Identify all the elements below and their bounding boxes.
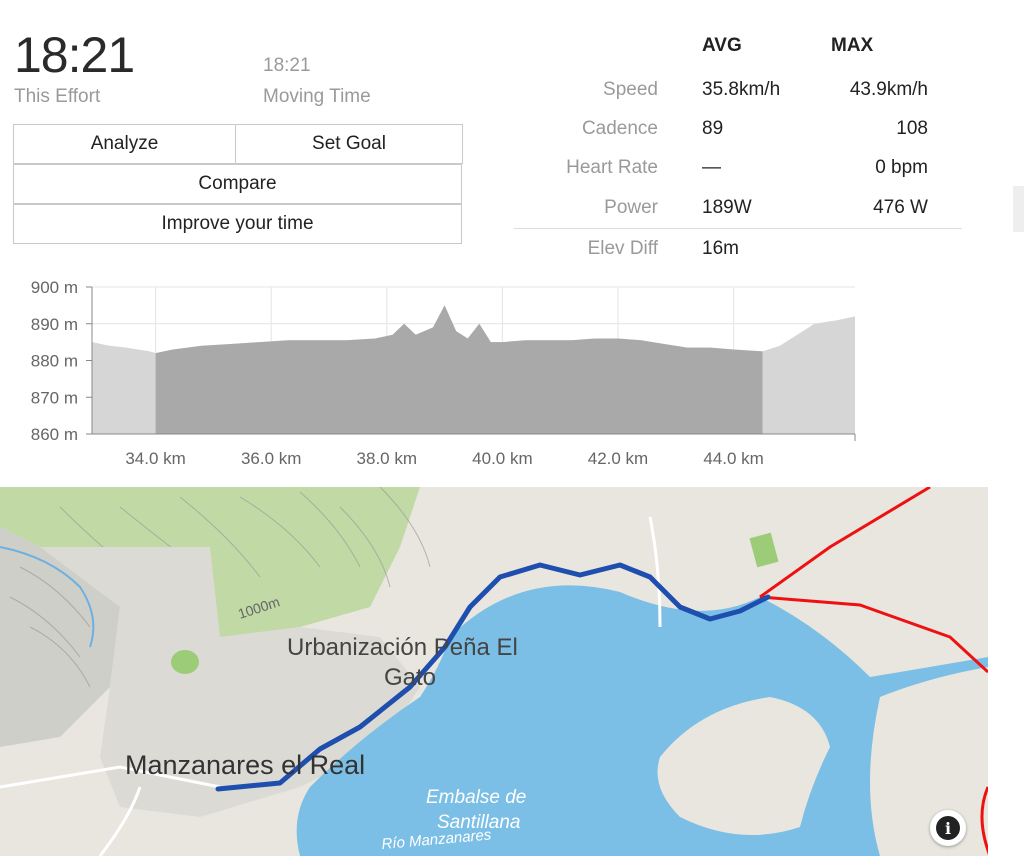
moving-time-label: Moving Time xyxy=(263,86,371,107)
x-tick-label: 42.0 km xyxy=(588,449,648,468)
stat-max-power: 476 W xyxy=(873,197,928,218)
elevation-y-ticks: 900 m 890 m 880 m 870 m 860 m xyxy=(31,278,92,444)
elevation-area-segment xyxy=(155,305,763,434)
route-map[interactable]: 1000m Urbanización Peña El Gato Manzanar… xyxy=(0,487,988,856)
stat-max-cadence: 108 xyxy=(896,118,928,139)
analyze-button[interactable]: Analyze xyxy=(13,124,236,164)
improve-time-button[interactable]: Improve your time xyxy=(13,204,462,244)
compare-button[interactable]: Compare xyxy=(13,164,462,204)
stat-avg-speed: 35.8km/h xyxy=(702,79,781,100)
stat-max-heart-rate: 0 bpm xyxy=(875,157,928,178)
stat-avg-cadence: 89 xyxy=(702,118,724,139)
stat-elev-diff-value: 16m xyxy=(702,238,739,259)
x-tick-label: 44.0 km xyxy=(703,449,763,468)
map-label-embalse: Embalse de xyxy=(426,787,526,808)
map-label-manzanares: Manzanares el Real xyxy=(125,750,365,780)
x-tick-label: 36.0 km xyxy=(241,449,301,468)
elevation-chart: 900 m 890 m 880 m 870 m 860 m 34.0 km 36.0 km… xyxy=(31,278,856,468)
stat-avg-power: 189W xyxy=(702,197,752,218)
map-canvas: 1000m Urbanización Peña El Gato Manzanar… xyxy=(0,487,988,856)
stats-divider xyxy=(514,228,962,229)
effort-time-label: This Effort xyxy=(14,86,101,107)
effort-time: 18:21 xyxy=(14,27,135,83)
map-info-button[interactable]: i xyxy=(930,810,966,846)
y-tick-label: 890 m xyxy=(31,315,78,334)
map-label-urbanizacion: Urbanización Peña El xyxy=(287,634,518,661)
stat-avg-heart-rate: — xyxy=(702,157,721,178)
map-label-gato: Gato xyxy=(384,664,436,691)
y-tick-label: 900 m xyxy=(31,278,78,297)
x-tick-label: 40.0 km xyxy=(472,449,532,468)
map-shore-right xyxy=(870,667,988,856)
stat-label-elev-diff: Elev Diff xyxy=(587,238,658,259)
elevation-x-ticks: 34.0 km 36.0 km 38.0 km 40.0 km 42.0 km 44.0 … xyxy=(125,449,764,468)
y-tick-label: 880 m xyxy=(31,352,78,371)
stat-label-speed: Speed xyxy=(603,79,658,100)
y-tick-label: 870 m xyxy=(31,388,78,407)
x-tick-label: 38.0 km xyxy=(357,449,417,468)
moving-time: 18:21 xyxy=(263,55,311,76)
y-tick-label: 860 m xyxy=(31,425,78,444)
map-park xyxy=(171,650,199,674)
stat-label-heart-rate: Heart Rate xyxy=(566,157,658,178)
x-tick-label: 34.0 km xyxy=(125,449,185,468)
max-header: MAX xyxy=(831,35,874,56)
stat-label-cadence: Cadence xyxy=(581,118,658,139)
set-goal-button[interactable]: Set Goal xyxy=(235,124,463,164)
avg-header: AVG xyxy=(702,35,742,56)
stat-label-power: Power xyxy=(604,197,658,218)
info-icon: i xyxy=(936,816,960,840)
stat-max-speed: 43.9km/h xyxy=(849,79,928,100)
scrollbar[interactable] xyxy=(1013,186,1024,232)
